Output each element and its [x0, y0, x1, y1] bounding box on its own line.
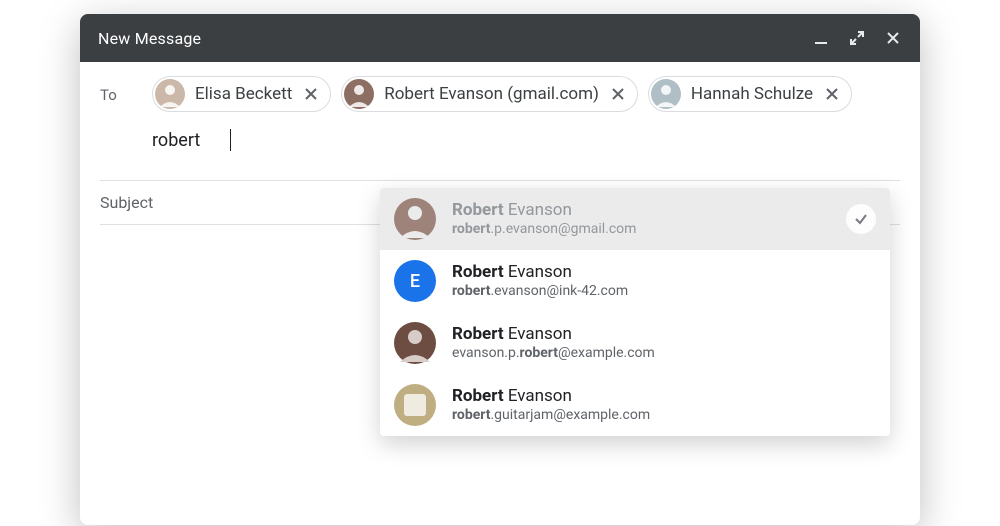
expand-icon[interactable]: [848, 29, 866, 47]
autocomplete-text: Robert Evanson evanson.p.robert@example.…: [452, 324, 876, 363]
recipient-name: Elisa Beckett: [195, 84, 292, 104]
recipient-chip[interactable]: Elisa Beckett: [152, 76, 331, 112]
recipient-chip[interactable]: Hannah Schulze: [648, 76, 852, 112]
avatar: [394, 322, 436, 364]
autocomplete-item[interactable]: Robert Evanson robert.p.evanson@gmail.co…: [380, 188, 890, 250]
recipient-chips[interactable]: Elisa Beckett Robert Evanson (gmail.com): [152, 76, 900, 158]
autocomplete-item[interactable]: Robert Evanson robert.guitarjam@example.…: [380, 374, 890, 436]
recipient-chip[interactable]: Robert Evanson (gmail.com): [341, 76, 638, 112]
autocomplete-text: Robert Evanson robert.evanson@ink-42.com: [452, 262, 876, 301]
subject-input[interactable]: [100, 193, 300, 212]
avatar: [394, 198, 436, 240]
contact-email: robert.evanson@ink-42.com: [452, 283, 876, 301]
window-title: New Message: [98, 29, 812, 48]
autocomplete-item[interactable]: Robert Evanson evanson.p.robert@example.…: [380, 312, 890, 374]
contact-email: robert.guitarjam@example.com: [452, 407, 876, 425]
to-field: To Elisa Beckett Robert Evanson (gmail: [100, 76, 900, 158]
close-icon[interactable]: [884, 29, 902, 47]
contact-name: Robert Evanson: [452, 386, 876, 407]
remove-recipient-icon[interactable]: [823, 85, 841, 103]
avatar-letter: E: [410, 271, 420, 292]
recipient-search-wrap: [152, 122, 231, 158]
autocomplete-text: Robert Evanson robert.p.evanson@gmail.co…: [452, 200, 830, 239]
avatar: [344, 79, 374, 109]
avatar: [651, 79, 681, 109]
recipient-name: Hannah Schulze: [691, 84, 813, 104]
autocomplete-dropdown: Robert Evanson robert.p.evanson@gmail.co…: [380, 188, 890, 436]
contact-email: evanson.p.robert@example.com: [452, 345, 876, 363]
to-label: To: [100, 76, 140, 104]
titlebar: New Message: [80, 14, 920, 62]
contact-name: Robert Evanson: [452, 324, 876, 345]
text-caret: [230, 129, 231, 151]
titlebar-actions: [812, 29, 902, 47]
autocomplete-text: Robert Evanson robert.guitarjam@example.…: [452, 386, 876, 425]
already-added-icon: [846, 204, 876, 234]
contact-name: Robert Evanson: [452, 200, 830, 221]
contact-email: robert.p.evanson@gmail.com: [452, 221, 830, 239]
minimize-icon[interactable]: [812, 29, 830, 47]
recipient-name: Robert Evanson (gmail.com): [384, 84, 599, 104]
contact-name: Robert Evanson: [452, 262, 876, 283]
recipient-search-input[interactable]: [152, 130, 232, 151]
autocomplete-item[interactable]: E Robert Evanson robert.evanson@ink-42.c…: [380, 250, 890, 312]
avatar: E: [394, 260, 436, 302]
avatar: [155, 79, 185, 109]
remove-recipient-icon[interactable]: [302, 85, 320, 103]
avatar: [394, 384, 436, 426]
remove-recipient-icon[interactable]: [609, 85, 627, 103]
